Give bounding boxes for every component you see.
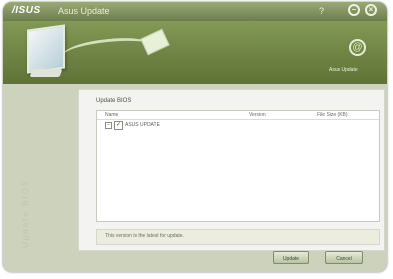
cancel-button[interactable]: Cancel: [325, 251, 363, 264]
monitor-stand: [29, 69, 63, 77]
titlebar: /ISUS Asus Update ? – ×: [3, 2, 387, 21]
support-icon[interactable]: @: [349, 39, 366, 56]
column-name[interactable]: Name: [105, 112, 118, 118]
minimize-icon[interactable]: –: [348, 4, 360, 16]
update-button[interactable]: Update: [273, 251, 309, 264]
close-icon[interactable]: ×: [365, 4, 377, 16]
support-label: Asus Update: [329, 67, 358, 73]
column-file-size[interactable]: File Size (KB): [317, 112, 348, 118]
status-bar: This version is the latest for update.: [96, 229, 380, 245]
window-title: Asus Update: [58, 6, 110, 16]
sidebar-vertical-label: Update BIOS: [21, 178, 30, 248]
panel-heading: Update BIOS: [96, 98, 132, 104]
list-header: Name Version File Size (KB): [97, 111, 379, 120]
column-version[interactable]: Version: [249, 112, 266, 118]
header-banner: @ Asus Update: [3, 21, 387, 84]
sidebar: Update BIOS: [9, 86, 47, 258]
small-help-icon[interactable]: ?: [319, 6, 324, 16]
status-text: This version is the latest for update.: [105, 233, 184, 239]
list-item-label: ASUS UPDATE: [125, 122, 160, 128]
asus-logo: /ISUS: [12, 5, 41, 16]
bios-list[interactable]: Name Version File Size (KB) − ✓ ASUS UPD…: [96, 110, 380, 222]
monitor-icon: [27, 24, 65, 74]
expand-icon[interactable]: −: [105, 122, 112, 129]
checkbox-icon[interactable]: ✓: [114, 121, 123, 130]
